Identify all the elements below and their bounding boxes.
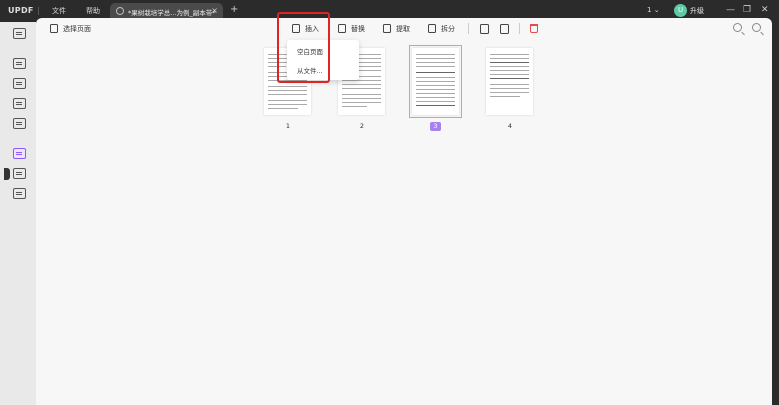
close-window-icon[interactable]: ✕ xyxy=(761,5,769,15)
form-icon[interactable] xyxy=(13,98,26,109)
toolbar-divider xyxy=(468,23,469,34)
page-selector[interactable]: 1 ⌄ xyxy=(647,6,660,14)
upgrade-button[interactable]: 升级 xyxy=(690,6,704,16)
replace-button[interactable]: 替换 xyxy=(338,24,365,34)
menu-file[interactable]: 文件 xyxy=(52,6,66,16)
extract-icon xyxy=(383,24,391,33)
zoom-out-icon[interactable] xyxy=(733,23,742,32)
page-selector-value: 1 xyxy=(647,6,652,14)
extract-button[interactable]: 提取 xyxy=(383,24,410,34)
restore-icon[interactable]: ❐ xyxy=(743,5,751,15)
organize-pages-panel: 选择页面 插入 替换 提取 拆分 1 2 3 4 xyxy=(36,18,772,405)
crop-icon[interactable] xyxy=(13,168,26,179)
collapse-handle[interactable] xyxy=(4,168,10,180)
avatar[interactable]: U xyxy=(674,4,687,17)
rotate-right-icon[interactable] xyxy=(500,24,509,34)
toolbar-divider xyxy=(519,23,520,34)
document-icon xyxy=(116,7,124,15)
minimize-icon[interactable]: — xyxy=(726,5,735,15)
highlight-box xyxy=(277,12,330,83)
layers-icon[interactable] xyxy=(13,188,26,199)
replace-icon xyxy=(338,24,346,33)
menu-divider xyxy=(38,7,39,15)
menu-help[interactable]: 帮助 xyxy=(86,6,100,16)
toolbar: 选择页面 插入 替换 提取 拆分 xyxy=(36,18,772,40)
select-pages-button[interactable]: 选择页面 xyxy=(50,24,91,34)
tab-title: *果树栽培学总...为例_副本带* xyxy=(128,9,216,17)
fill-sign-icon[interactable] xyxy=(13,118,26,129)
reader-icon[interactable] xyxy=(13,28,26,39)
delete-icon[interactable] xyxy=(530,24,538,33)
app-logo: UPDF xyxy=(8,6,34,15)
page-number-1: 1 xyxy=(285,122,291,130)
split-label: 拆分 xyxy=(441,25,455,33)
comment-icon[interactable] xyxy=(13,58,26,69)
extract-label: 提取 xyxy=(396,25,410,33)
page-number-4: 4 xyxy=(507,122,513,130)
add-tab-icon[interactable]: + xyxy=(230,4,238,15)
edit-icon[interactable] xyxy=(13,78,26,89)
split-button[interactable]: 拆分 xyxy=(428,24,455,34)
split-icon xyxy=(428,24,436,33)
page-thumbnail-4[interactable] xyxy=(486,48,533,115)
page-thumbnail-3[interactable] xyxy=(409,45,462,118)
rotate-left-icon[interactable] xyxy=(480,24,489,34)
select-pages-label: 选择页面 xyxy=(63,25,91,33)
zoom-in-icon[interactable] xyxy=(752,23,761,32)
organize-pages-icon[interactable] xyxy=(13,148,26,159)
left-sidebar xyxy=(0,22,36,405)
replace-label: 替换 xyxy=(351,25,365,33)
close-icon[interactable]: × xyxy=(211,6,218,15)
page-number-2: 2 xyxy=(359,122,365,130)
select-pages-icon xyxy=(50,24,58,33)
page-number-3: 3 xyxy=(430,122,441,131)
